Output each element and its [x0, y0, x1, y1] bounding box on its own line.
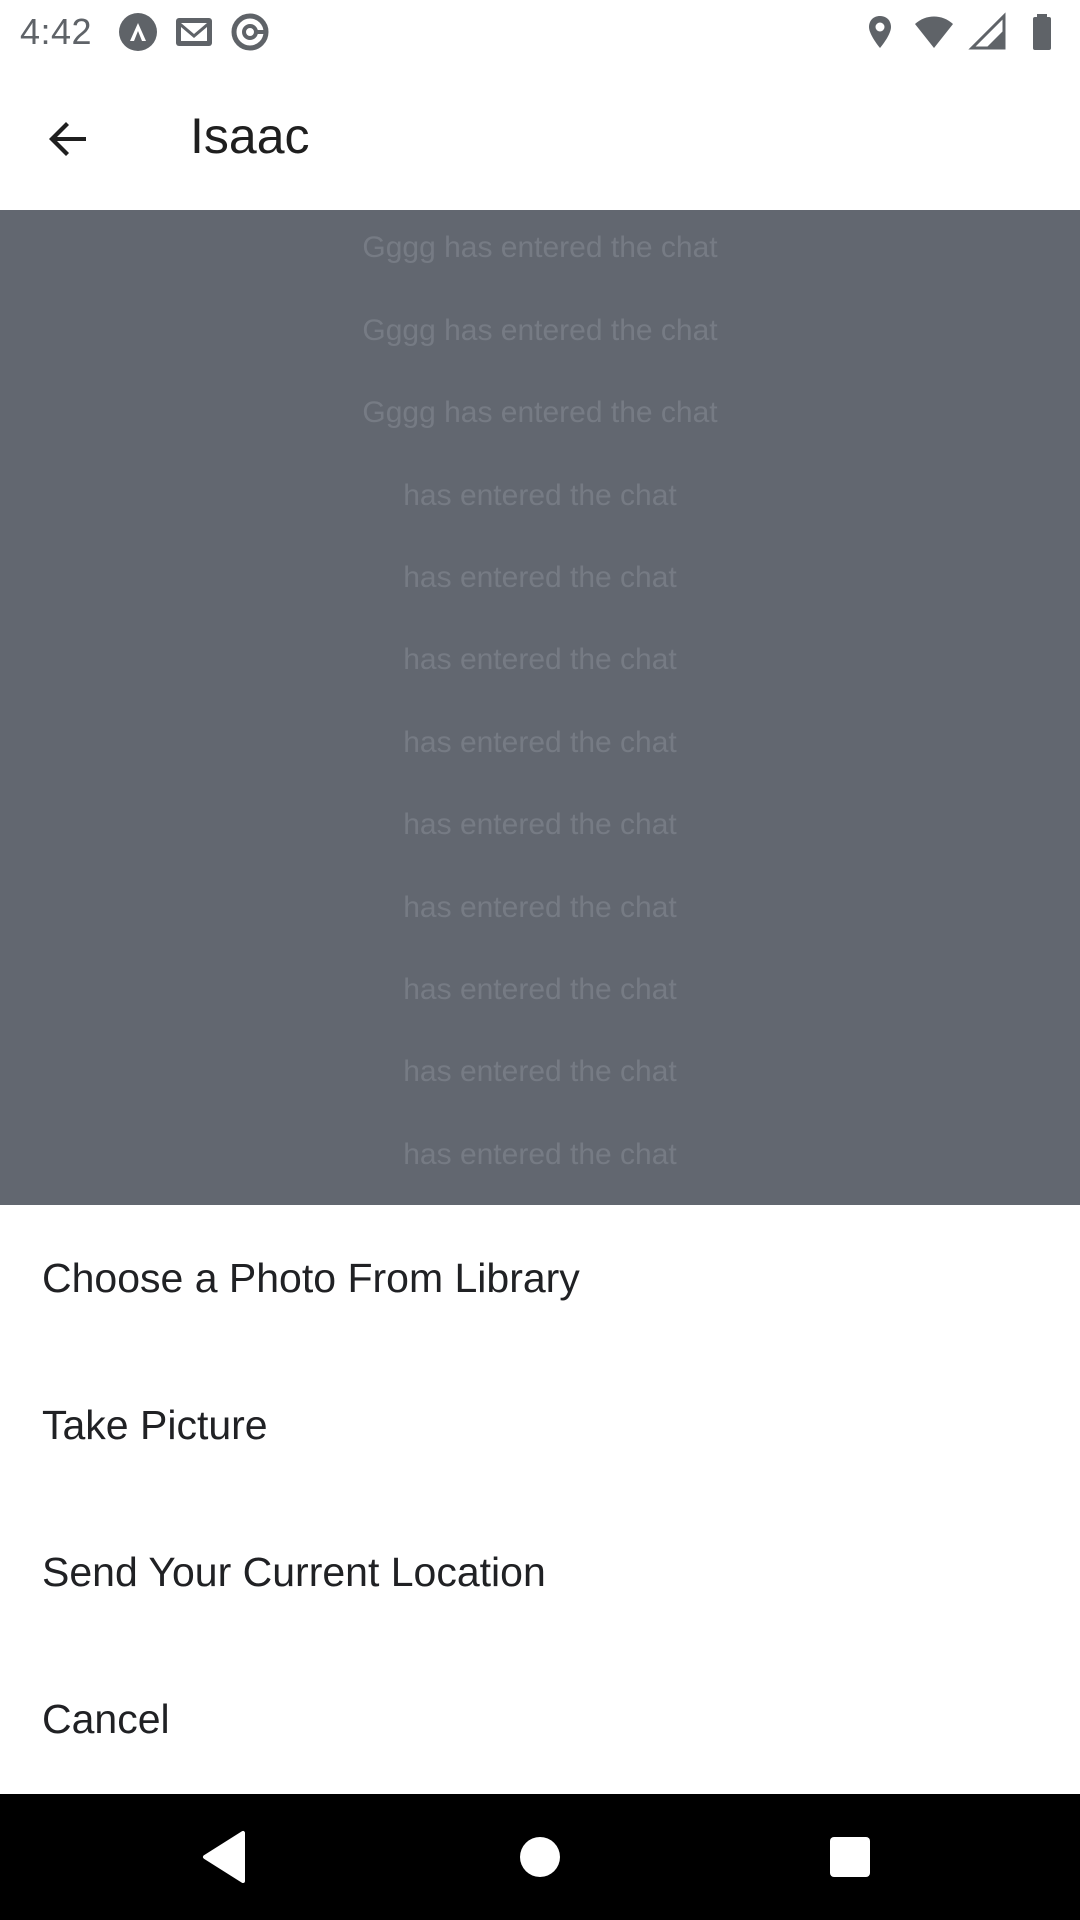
- cellular-signal-icon: [968, 12, 1008, 52]
- chat-system-message: Gggg has entered the chat: [362, 231, 718, 264]
- gmail-icon: [174, 12, 214, 52]
- send-location-option[interactable]: Send Your Current Location: [0, 1499, 1080, 1646]
- chat-system-message: has entered the chat: [403, 561, 677, 594]
- chat-system-message: has entered the chat: [403, 1055, 677, 1088]
- chat-system-message: has entered the chat: [403, 973, 677, 1006]
- back-triangle-icon: [203, 1831, 245, 1883]
- chat-system-message: has entered the chat: [403, 808, 677, 841]
- status-time: 4:42: [20, 11, 93, 52]
- battery-icon: [1022, 12, 1062, 52]
- chat-messages-overlay[interactable]: Gggg has entered the chat Gggg has enter…: [0, 210, 1080, 1205]
- chat-system-message: has entered the chat: [403, 891, 677, 924]
- chat-system-message: has entered the chat: [403, 643, 677, 676]
- arrow-left-icon: [49, 122, 86, 156]
- status-bar: 4:42: [0, 0, 1080, 63]
- chat-system-message: has entered the chat: [403, 479, 677, 512]
- home-circle-icon: [520, 1837, 560, 1877]
- location-pin-icon: [860, 12, 900, 52]
- chat-system-message: has entered the chat: [403, 1138, 677, 1171]
- choose-photo-option[interactable]: Choose a Photo From Library: [0, 1205, 1080, 1352]
- wifi-icon: [914, 12, 954, 52]
- chat-system-message: Gggg has entered the chat: [362, 396, 718, 429]
- system-icons: [860, 12, 1062, 52]
- cancel-option[interactable]: Cancel: [0, 1646, 1080, 1793]
- chat-system-message: Gggg has entered the chat: [362, 314, 718, 347]
- chat-system-message: has entered the chat: [403, 726, 677, 759]
- system-navigation-bar: [0, 1794, 1080, 1920]
- notification-icons: [118, 12, 270, 52]
- app-bar: Isaac: [0, 63, 1080, 210]
- chat-title: Isaac: [190, 108, 310, 164]
- at-sign-icon: [230, 12, 270, 52]
- app-a-icon: [118, 12, 158, 52]
- recents-square-icon: [830, 1837, 870, 1877]
- back-button[interactable]: [40, 111, 96, 167]
- nav-back-button[interactable]: [195, 1827, 255, 1887]
- take-picture-option[interactable]: Take Picture: [0, 1352, 1080, 1499]
- action-sheet: Choose a Photo From Library Take Picture…: [0, 1205, 1080, 1794]
- nav-recents-button[interactable]: [820, 1827, 880, 1887]
- nav-home-button[interactable]: [510, 1827, 570, 1887]
